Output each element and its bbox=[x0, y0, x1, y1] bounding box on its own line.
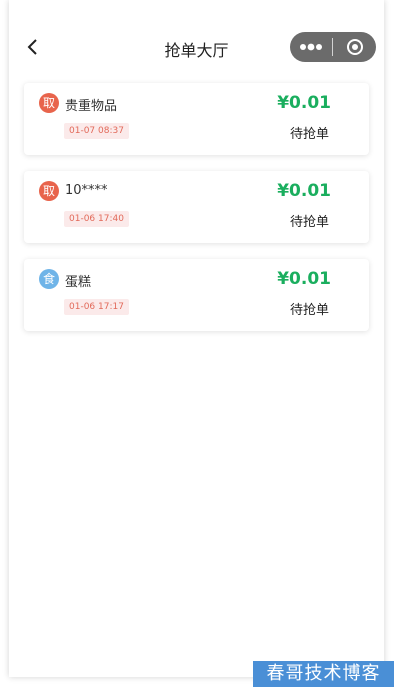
phone-screen: 抢单大厅 取 贵重物品 01-07 08:37 ¥0.01 待抢单 取 10**… bbox=[9, 0, 384, 677]
category-badge-icon: 取 bbox=[39, 181, 59, 201]
time-badge: 01-06 17:17 bbox=[64, 299, 129, 315]
item-name: 蛋糕 bbox=[65, 275, 92, 290]
time-badge: 01-06 17:40 bbox=[64, 211, 129, 227]
item-name: 贵重物品 bbox=[65, 99, 118, 114]
order-status: 待抢单 bbox=[289, 303, 329, 318]
category-badge-icon: 食 bbox=[39, 269, 59, 289]
order-card[interactable]: 取 贵重物品 01-07 08:37 ¥0.01 待抢单 bbox=[24, 83, 369, 155]
order-card[interactable]: 取 10**** 01-06 17:40 ¥0.01 待抢单 bbox=[24, 171, 369, 243]
category-badge-icon: 取 bbox=[39, 93, 59, 113]
more-button[interactable] bbox=[290, 32, 332, 62]
order-price: ¥0.01 bbox=[277, 269, 331, 289]
navigation-bar: 抢单大厅 bbox=[9, 0, 384, 94]
order-price: ¥0.01 bbox=[277, 181, 331, 201]
mini-program-capsule bbox=[290, 32, 376, 62]
order-status: 待抢单 bbox=[289, 215, 329, 230]
target-close-icon bbox=[346, 39, 363, 55]
order-status: 待抢单 bbox=[289, 127, 329, 142]
more-dots-icon bbox=[300, 43, 322, 51]
time-badge: 01-07 08:37 bbox=[64, 123, 129, 139]
order-card[interactable]: 食 蛋糕 01-06 17:17 ¥0.01 待抢单 bbox=[24, 259, 369, 331]
close-mini-program-button[interactable] bbox=[333, 32, 376, 62]
watermark: 春哥技术博客 bbox=[253, 661, 394, 687]
item-name: 10**** bbox=[65, 183, 108, 198]
order-price: ¥0.01 bbox=[277, 93, 331, 113]
